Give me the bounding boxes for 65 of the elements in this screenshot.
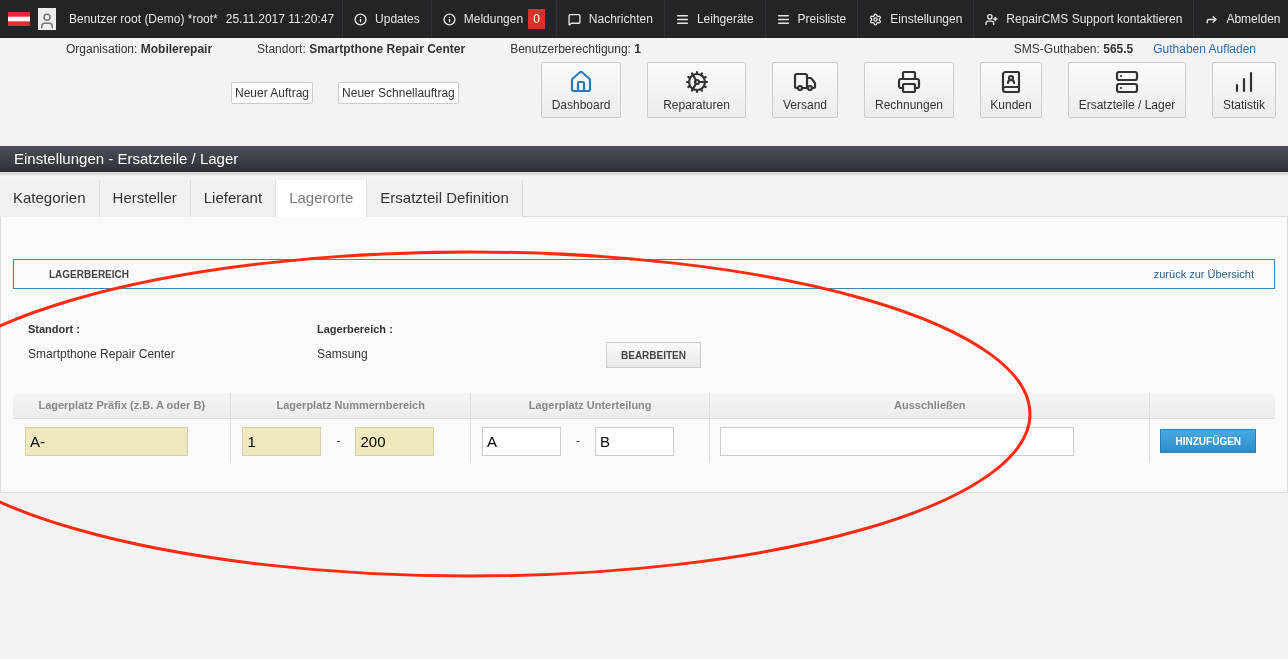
- column-header: Ausschließen: [894, 398, 966, 414]
- date-time: 25.11.2017 11:20:47: [224, 11, 336, 28]
- column-header: Lagerplatz Nummernbereich: [276, 398, 425, 414]
- tab[interactable]: Lagerorte: [276, 180, 368, 217]
- top-menu-item[interactable]: Abmelden: [1193, 0, 1288, 38]
- range-to-field[interactable]: 200: [355, 426, 435, 456]
- range-separator: -: [335, 433, 342, 450]
- count-badge: 0: [528, 9, 545, 29]
- column-header: Lagerplatz Präfix (z.B. A oder B): [38, 398, 206, 414]
- nav-button[interactable]: Statistik: [1212, 62, 1276, 118]
- detail-value: Samsung: [317, 345, 369, 363]
- section-title: LAGERBEREICH: [49, 267, 129, 282]
- detail-label: Lagerbereich :: [317, 322, 394, 337]
- top-menu-item[interactable]: Meldungen 0: [430, 0, 556, 38]
- flag-icon: [8, 12, 30, 26]
- column-header: Lagerplatz Unterteilung: [528, 398, 652, 414]
- quick-action-button[interactable]: Neuer Auftrag: [231, 82, 314, 104]
- tab[interactable]: Ersatzteil Definition: [367, 180, 523, 217]
- nav-button[interactable]: Reparaturen: [647, 62, 746, 118]
- sms-balance: SMS-Guthaben: 565.5: [1013, 41, 1134, 58]
- range-from-field[interactable]: 1: [242, 426, 322, 456]
- edit-button[interactable]: BEARBEITEN: [606, 342, 701, 368]
- tab[interactable]: Hersteller: [99, 180, 191, 217]
- tab[interactable]: Kategorien: [0, 180, 100, 217]
- info-icon: [354, 12, 368, 26]
- top-menu-item[interactable]: Leihgeräte: [663, 0, 765, 38]
- tab[interactable]: Lieferant: [190, 180, 277, 217]
- home-icon: [569, 70, 593, 94]
- contact-book-icon: [999, 70, 1023, 94]
- list-icon: [776, 12, 790, 26]
- quick-action-button[interactable]: Neuer Schnellauftrag: [338, 82, 459, 104]
- settings-icon: [869, 12, 883, 26]
- nav-button[interactable]: Versand: [772, 62, 838, 118]
- subdivision-separator: -: [574, 433, 581, 450]
- gear-icon: [684, 70, 709, 94]
- nav-button[interactable]: Dashboard: [541, 62, 621, 118]
- top-menu-item[interactable]: Nachrichten: [555, 0, 664, 38]
- top-menu-item[interactable]: Preisliste: [764, 0, 858, 38]
- nav-button[interactable]: Ersatzteile / Lager: [1068, 62, 1186, 118]
- back-link[interactable]: zurück zur Übersicht: [1153, 265, 1254, 283]
- nav-button[interactable]: Rechnungen: [864, 62, 954, 118]
- top-menu-item[interactable]: Updates: [342, 0, 431, 38]
- chat-icon: [567, 12, 581, 26]
- top-menu-item[interactable]: RepairCMS Support kontaktieren: [973, 0, 1194, 38]
- printer-icon: [897, 70, 921, 94]
- subdivision-from-field[interactable]: A: [481, 426, 561, 456]
- subdivision-to-field[interactable]: B: [594, 426, 674, 456]
- detail-label: Standort :: [28, 322, 81, 337]
- server-icon: [1115, 70, 1139, 94]
- info-text: Benutzerberechtigung: 1: [510, 41, 641, 58]
- info-text: Standort: Smartpthone Repair Center: [257, 41, 466, 58]
- prefix-field[interactable]: A-: [25, 426, 188, 456]
- info-text: Organisation: Mobilerepair: [66, 41, 213, 58]
- info-icon: [442, 12, 456, 26]
- detail-value: Smartpthone Repair Center: [28, 345, 176, 363]
- exclude-field[interactable]: [720, 426, 1075, 456]
- user-name: Benutzer root (Demo) *root*: [69, 11, 218, 28]
- avatar-icon: [38, 8, 56, 30]
- top-up-link[interactable]: Guthaben Aufladen: [1153, 40, 1256, 58]
- truck-icon: [793, 70, 817, 94]
- page-title: Einstellungen - Ersatzteile / Lager: [14, 148, 239, 169]
- nav-button[interactable]: Kunden: [980, 62, 1042, 118]
- top-menu-item[interactable]: Einstellungen: [857, 0, 974, 38]
- user-plus-icon: [985, 12, 999, 26]
- list-icon: [675, 12, 689, 26]
